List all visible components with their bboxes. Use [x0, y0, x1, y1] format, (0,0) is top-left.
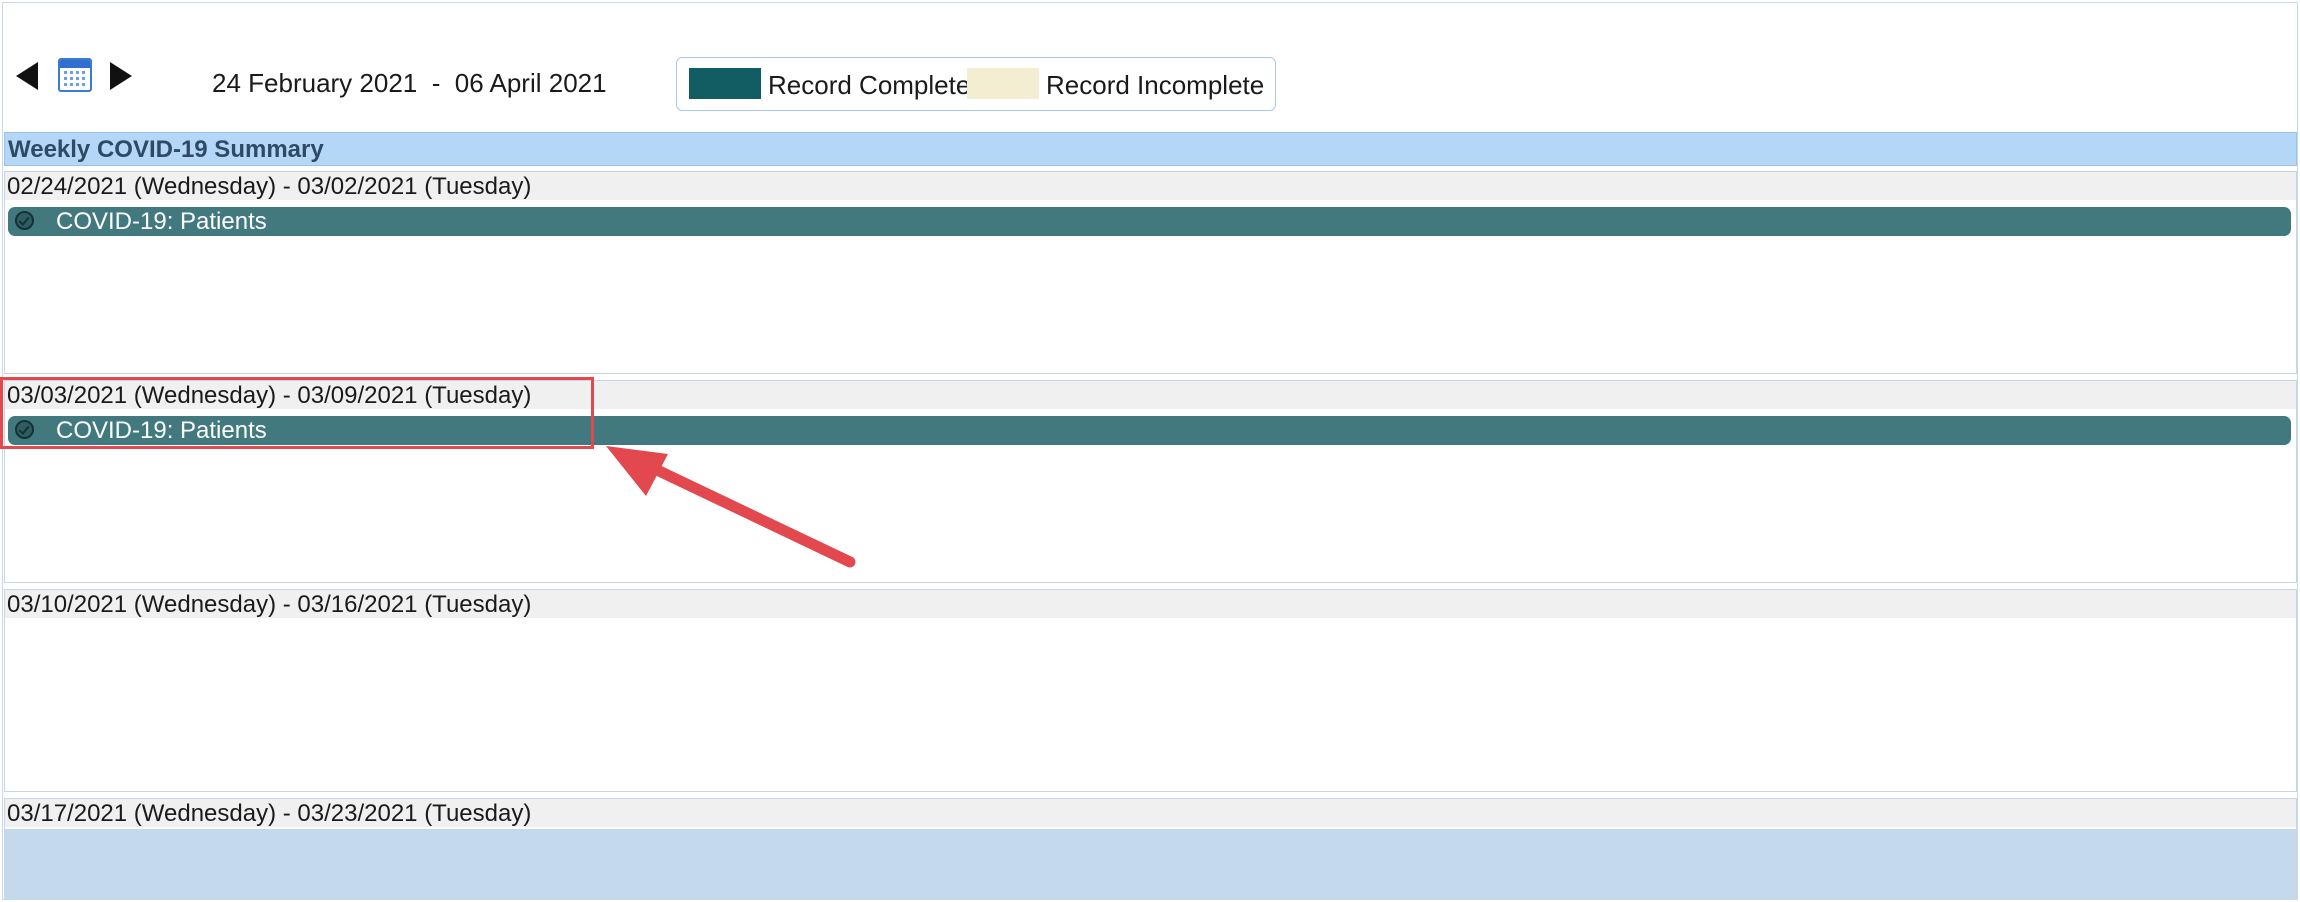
annotation-arrow-icon [606, 446, 856, 568]
calendar-icon-header [60, 60, 90, 68]
annotation-highlight-box [0, 377, 594, 449]
calendar-icon[interactable] [58, 58, 92, 92]
record-entry-label: COVID-19: Patients [56, 208, 267, 235]
week-block: 03/10/2021 (Wednesday) - 03/16/2021 (Tue… [4, 589, 2297, 792]
summary-header: Weekly COVID-19 Summary [4, 132, 2297, 166]
date-range-label: 24 February 2021 - 06 April 2021 [212, 68, 607, 98]
check-circle-icon [15, 211, 34, 230]
week-day-area [5, 829, 2296, 899]
week-title: 03/17/2021 (Wednesday) - 03/23/2021 (Tue… [5, 799, 2296, 827]
record-incomplete-label: Record Incomplete [1046, 70, 1265, 100]
left-triangle-icon [16, 62, 38, 90]
previous-period-button[interactable] [16, 62, 38, 90]
week-block: 03/17/2021 (Wednesday) - 03/23/2021 (Tue… [4, 798, 2297, 900]
calendar-icon-grid [64, 71, 86, 86]
week-title: 02/24/2021 (Wednesday) - 03/02/2021 (Tue… [5, 172, 2296, 200]
week-title: 03/10/2021 (Wednesday) - 03/16/2021 (Tue… [5, 590, 2296, 618]
next-period-button[interactable] [110, 62, 132, 90]
record-entry-covid-patients[interactable]: COVID-19: Patients [8, 207, 2291, 236]
record-complete-swatch [689, 68, 761, 99]
record-complete-label: Record Complete [768, 70, 971, 100]
right-triangle-icon [110, 62, 132, 90]
week-block: 02/24/2021 (Wednesday) - 03/02/2021 (Tue… [4, 171, 2297, 374]
status-legend: Record Complete Record Incomplete [676, 57, 1276, 111]
record-incomplete-swatch [967, 68, 1039, 99]
